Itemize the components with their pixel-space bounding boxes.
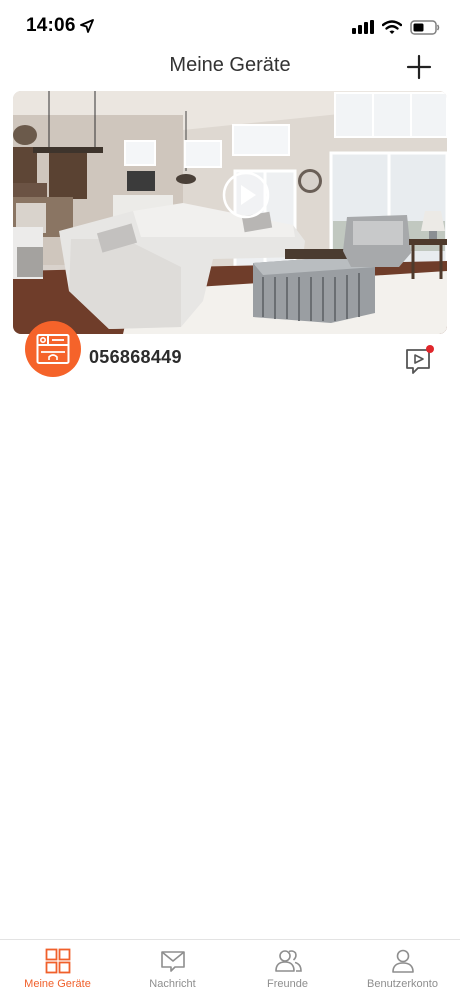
friends-icon	[274, 950, 302, 972]
doorbell-glyph-icon	[36, 334, 70, 364]
tab-label: Benutzerkonto	[367, 978, 438, 990]
status-time: 14:06	[26, 15, 76, 36]
tab-label: Nachricht	[149, 978, 196, 990]
wifi-icon	[382, 19, 402, 34]
grid-icon	[45, 948, 70, 974]
signal-icon	[352, 20, 374, 34]
status-bar: 14:06	[0, 0, 460, 52]
device-preview[interactable]	[13, 91, 447, 334]
video-message-icon[interactable]	[404, 343, 436, 375]
tab-nachricht[interactable]: Nachricht	[115, 940, 230, 996]
location-arrow-icon	[80, 19, 94, 33]
tab-benutzerkonto[interactable]: Benutzerkonto	[345, 940, 460, 996]
tab-label: Meine Geräte	[24, 978, 91, 990]
tab-label: Freunde	[267, 978, 308, 990]
screen: 14:06 Meine Geräte 056868449 Meine Gerät…	[0, 0, 460, 996]
doorbell-device-icon[interactable]	[25, 321, 81, 377]
page-title: Meine Geräte	[169, 54, 291, 76]
nav-bar: Meine Geräte	[0, 50, 460, 84]
status-icons	[352, 17, 440, 37]
play-icon[interactable]	[222, 171, 270, 219]
battery-icon	[410, 19, 440, 35]
device-name[interactable]: 056868449	[89, 347, 182, 368]
new-recording-dot	[426, 345, 434, 353]
device-info-row: 056868449	[0, 321, 460, 377]
tab-freunde[interactable]: Freunde	[230, 940, 345, 996]
envelope-icon	[160, 951, 185, 972]
tab-bar: Meine Geräte Nachricht Freunde Benutzerk…	[0, 939, 460, 996]
tab-meine-geraete[interactable]: Meine Geräte	[0, 940, 115, 996]
plus-icon[interactable]	[406, 54, 432, 80]
user-icon	[391, 949, 414, 973]
